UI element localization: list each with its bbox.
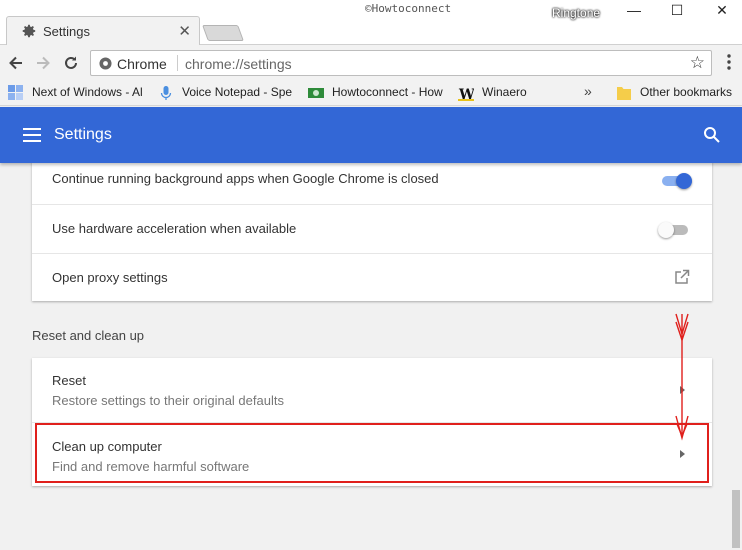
scrollbar-thumb[interactable] — [732, 490, 740, 548]
system-settings-card: Continue running background apps when Go… — [32, 155, 712, 301]
site-chip-label: Chrome — [117, 56, 167, 72]
new-tab-button[interactable] — [202, 25, 244, 41]
winaero-icon: W — [458, 85, 474, 101]
url-text[interactable]: chrome://settings — [185, 56, 292, 72]
setting-row-proxy[interactable]: Open proxy settings — [32, 253, 712, 301]
chrome-logo-icon — [99, 57, 112, 70]
bookmark-voice-notepad[interactable]: Voice Notepad - Spe — [158, 84, 296, 102]
tab-settings[interactable]: Settings ✕ — [6, 16, 200, 45]
more-menu-icon[interactable] — [722, 52, 736, 72]
page-title: Settings — [54, 126, 112, 143]
external-link-icon[interactable] — [674, 269, 690, 285]
gear-icon — [22, 24, 36, 38]
settings-content: Continue running background apps when Go… — [0, 155, 730, 550]
search-icon[interactable] — [703, 126, 721, 144]
annotation-arrow — [675, 313, 689, 441]
watermark: ©Howtoconnect — [365, 2, 452, 15]
minimize-button[interactable]: — — [614, 2, 654, 22]
tab-strip: ©Howtoconnect Settings ✕ Ringtone — ☐ ✕ — [0, 0, 742, 45]
folder-icon — [617, 87, 631, 100]
back-arrow-icon[interactable] — [6, 53, 26, 73]
howtoconnect-icon — [308, 88, 324, 98]
setting-label: Use hardware acceleration when available — [52, 221, 297, 236]
setting-sublabel: Restore settings to their original defau… — [52, 393, 284, 408]
bookmark-howtoconnect[interactable]: Howtoconnect - How — [308, 84, 446, 102]
reload-icon[interactable] — [61, 53, 81, 73]
settings-header: Settings — [0, 107, 742, 163]
maximize-button[interactable]: ☐ — [657, 2, 697, 22]
windows-tiles-icon — [8, 85, 23, 100]
close-window-button[interactable]: ✕ — [702, 2, 742, 22]
tab-close-icon[interactable]: ✕ — [178, 22, 191, 40]
bookmarks-overflow-button[interactable]: » — [584, 83, 592, 99]
forward-arrow-icon[interactable] — [33, 53, 53, 73]
setting-label: Reset — [52, 373, 86, 388]
address-bar[interactable]: Chrome chrome://settings ☆ — [90, 50, 712, 76]
page-scrollbar[interactable] — [730, 163, 742, 550]
bookmark-other-bookmarks[interactable]: Other bookmarks — [616, 84, 740, 102]
setting-label: Continue running background apps when Go… — [52, 171, 439, 186]
tab-title: Settings — [43, 24, 90, 39]
setting-row-reset[interactable]: Reset Restore settings to their original… — [32, 358, 712, 422]
browser-toolbar: Chrome chrome://settings ☆ — [0, 45, 742, 80]
profile-label[interactable]: Ringtone — [552, 6, 600, 20]
hardware-acceleration-toggle[interactable] — [658, 219, 688, 239]
hamburger-menu-icon[interactable] — [23, 128, 41, 142]
bookmarks-bar: Next of Windows - Al Voice Notepad - Spe… — [0, 80, 742, 106]
bookmark-next-of-windows[interactable]: Next of Windows - Al — [8, 84, 146, 102]
highlight-box — [35, 423, 709, 483]
section-heading-reset: Reset and clean up — [32, 328, 145, 343]
microphone-icon — [160, 86, 172, 100]
setting-label: Open proxy settings — [52, 270, 168, 285]
svg-text:W: W — [458, 87, 474, 101]
background-apps-toggle[interactable] — [662, 170, 692, 190]
bookmark-star-icon[interactable]: ☆ — [690, 53, 705, 73]
setting-row-hardware-acceleration[interactable]: Use hardware acceleration when available — [32, 204, 712, 253]
bookmark-winaero[interactable]: W Winaero — [458, 84, 538, 102]
omnibox-divider — [177, 55, 178, 71]
